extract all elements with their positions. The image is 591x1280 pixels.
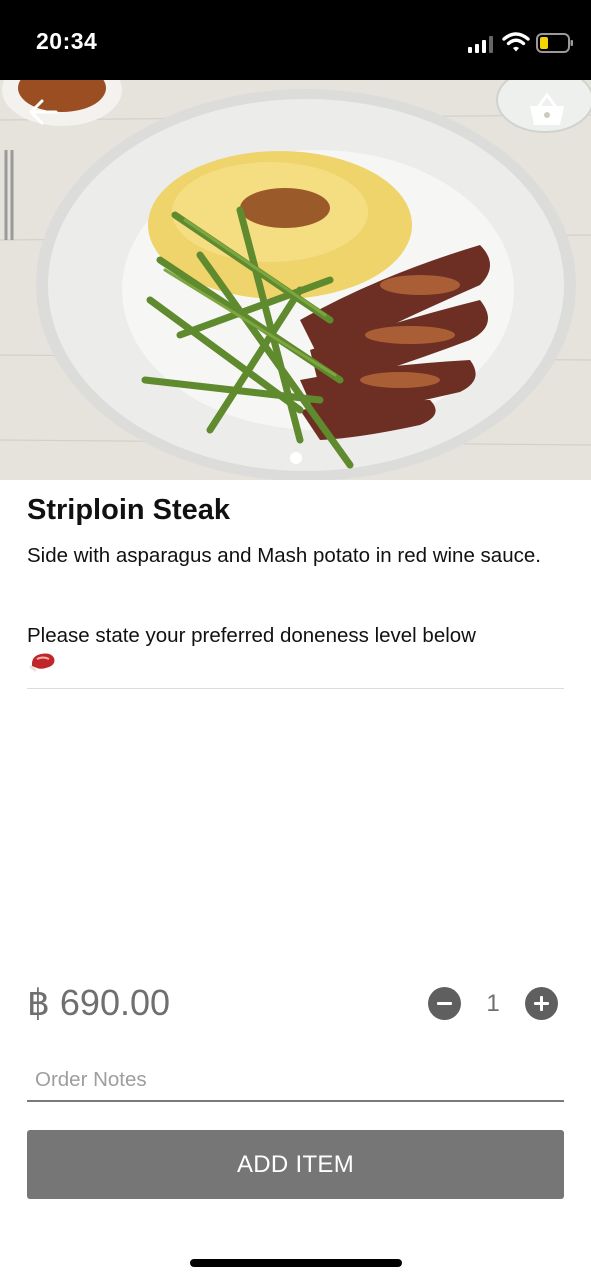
increase-quantity-button[interactable] [525,987,558,1020]
status-time: 20:34 [36,28,98,54]
cut-of-meat-icon [29,653,55,672]
item-price: ฿ 690.00 [27,982,171,1023]
item-description: Side with asparagus and Mash potato in r… [27,544,541,567]
wifi-icon [502,32,530,52]
item-doneness-note: Please state your preferred doneness lev… [27,624,476,647]
hero-image [0,80,591,480]
add-item-button[interactable]: ADD ITEM [27,1130,564,1199]
steak-dish-image [0,80,591,480]
decrease-quantity-button[interactable] [428,987,461,1020]
order-notes-input[interactable] [27,1060,564,1102]
home-indicator[interactable] [190,1259,402,1267]
page-indicator-dot [290,452,302,464]
back-arrow-icon[interactable] [24,94,64,130]
status-bar: 20:34 [0,0,591,80]
quantity-value: 1 [486,990,500,1017]
item-title: Striploin Steak [27,494,231,526]
battery-icon [536,33,573,53]
divider [27,688,564,689]
signal-icon [468,35,496,53]
basket-icon[interactable] [526,92,568,128]
